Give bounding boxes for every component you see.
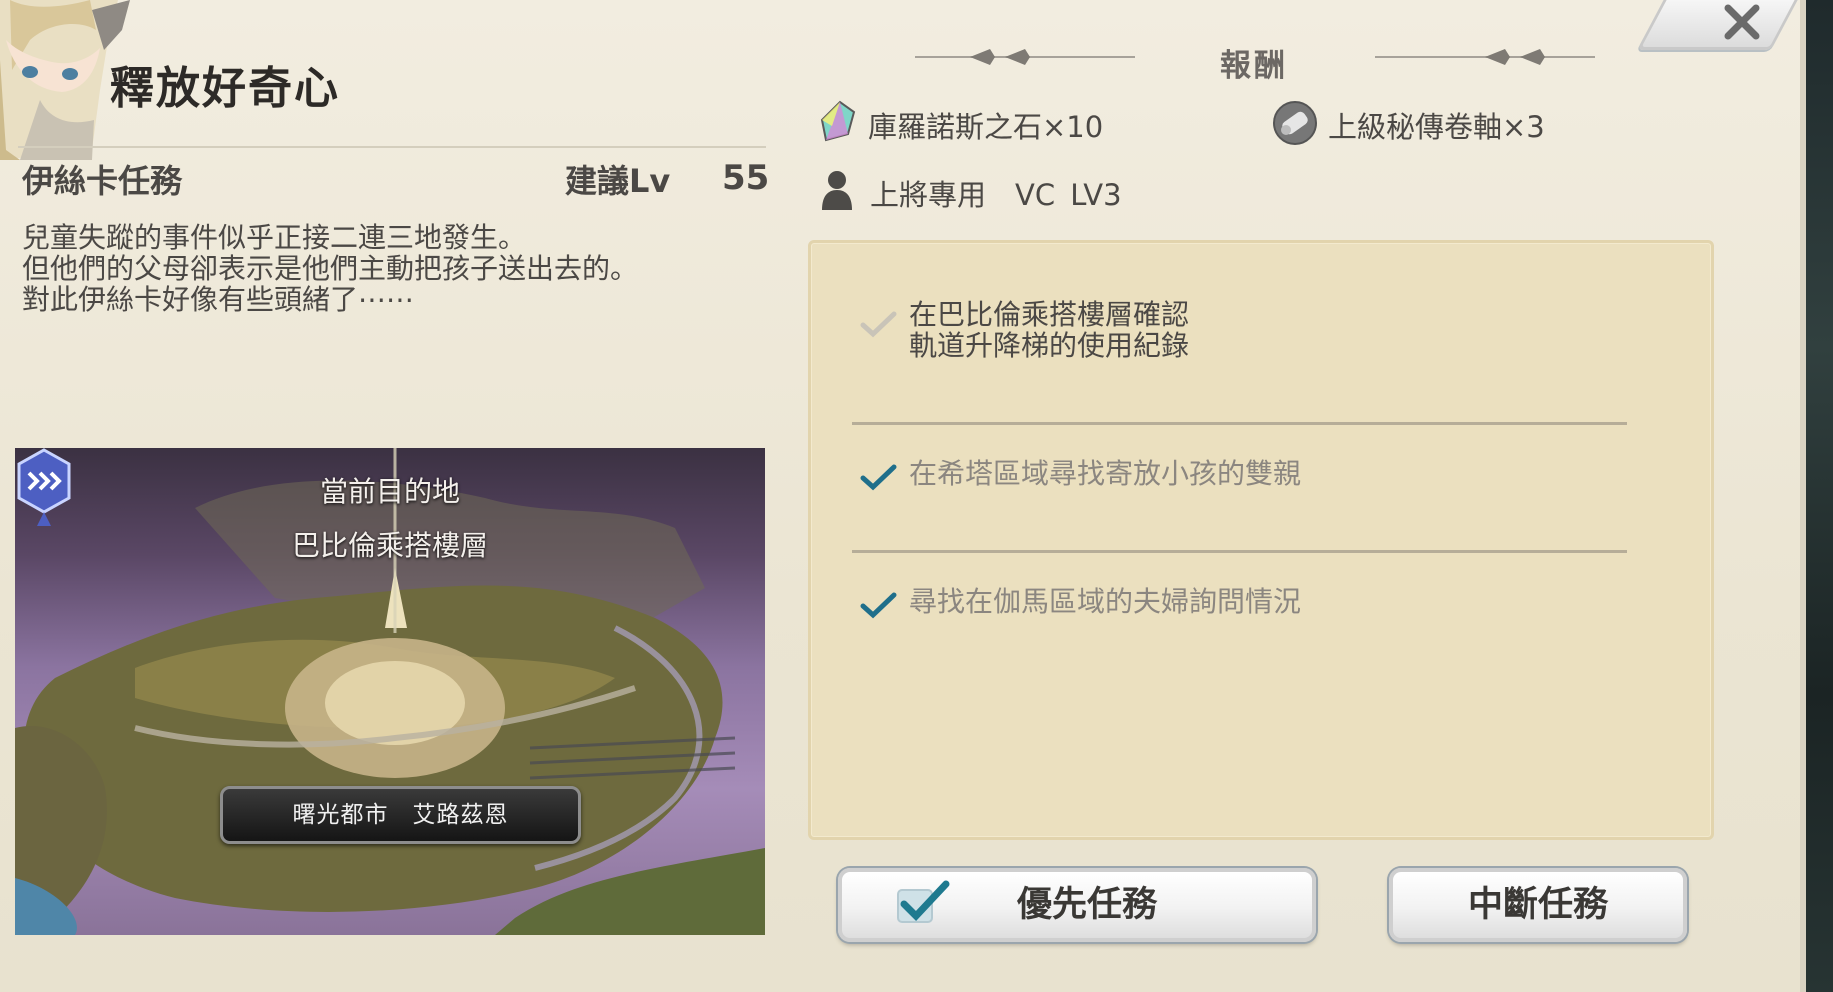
check-icon bbox=[860, 592, 897, 619]
description-line: 但他們的父母卻表示是他們主動把孩子送出去的。 bbox=[22, 252, 639, 285]
description-line: 對此伊絲卡好像有些頭緒了⋯⋯ bbox=[22, 283, 415, 316]
scroll-icon bbox=[1273, 101, 1317, 145]
map-terrain bbox=[15, 448, 765, 935]
person-icon bbox=[822, 171, 852, 210]
objective-divider bbox=[852, 550, 1627, 553]
objective-text: 在巴比倫乘搭樓層確認 軌道升降梯的使用紀錄 bbox=[909, 299, 1189, 361]
quest-detail-panel: 釋放好奇心 伊絲卡任務 建議Lv 55 兒童失蹤的事件似乎正接二連三地發生。 但… bbox=[0, 0, 1804, 992]
destination-name: 巴比倫乘搭樓層 bbox=[291, 529, 488, 562]
quest-type: 伊絲卡任務 bbox=[22, 162, 183, 200]
crystal-stone-icon bbox=[820, 100, 856, 142]
recommended-lv-label: 建議Lv bbox=[565, 162, 671, 200]
check-icon bbox=[897, 880, 950, 923]
abort-quest-label: 中斷任務 bbox=[1467, 884, 1608, 925]
objective-line: 軌道升降梯的使用紀錄 bbox=[909, 329, 1190, 362]
check-icon bbox=[860, 311, 897, 338]
requirement-label: 上將專用 VC LV3 bbox=[870, 178, 1122, 212]
destination-label: 當前目的地 bbox=[319, 475, 460, 508]
objective-text: 尋找在伽馬區域的夫婦詢問情況 bbox=[909, 585, 1302, 618]
abort-quest-button[interactable]: 中斷任務 bbox=[1389, 868, 1687, 942]
destination-map[interactable]: 當前目的地 巴比倫乘搭樓層 曙光都市 艾路茲恩 bbox=[15, 448, 765, 935]
rewards-header: 報酬 bbox=[1220, 48, 1288, 84]
destination-marker-icon[interactable] bbox=[15, 448, 73, 528]
priority-quest-button[interactable]: 優先任務 bbox=[838, 868, 1316, 942]
check-icon bbox=[860, 464, 897, 491]
quest-title: 釋放好奇心 bbox=[110, 63, 340, 114]
close-button[interactable] bbox=[1637, 0, 1804, 50]
location-name-plate: 曙光都市 艾路茲恩 bbox=[220, 786, 581, 844]
left-ornament bbox=[915, 49, 1135, 65]
description-line: 兒童失蹤的事件似乎正接二連三地發生。 bbox=[22, 221, 527, 254]
reward-item-crystal: 庫羅諾斯之石×10 bbox=[868, 110, 1104, 144]
objective-text: 在希塔區域尋找寄放小孩的雙親 bbox=[909, 457, 1302, 490]
right-ornament bbox=[1375, 49, 1595, 65]
header-divider bbox=[18, 146, 766, 148]
objectives-box: 在巴比倫乘搭樓層確認 軌道升降梯的使用紀錄 在希塔區域尋找寄放小孩的雙親 尋找在… bbox=[808, 240, 1714, 840]
recommended-lv-value: 55 bbox=[722, 158, 770, 198]
objective-divider bbox=[852, 422, 1627, 425]
quest-description: 兒童失蹤的事件似乎正接二連三地發生。 但他們的父母卻表示是他們主動把孩子送出去的… bbox=[22, 222, 638, 315]
panel-edge bbox=[1800, 0, 1806, 992]
reward-item-scroll: 上級秘傳卷軸×3 bbox=[1328, 110, 1545, 144]
close-icon[interactable] bbox=[1722, 2, 1762, 42]
objective-line: 在巴比倫乘搭樓層確認 bbox=[909, 298, 1190, 331]
priority-quest-label: 優先任務 bbox=[1016, 884, 1157, 925]
background-scene-edge bbox=[1800, 0, 1833, 992]
